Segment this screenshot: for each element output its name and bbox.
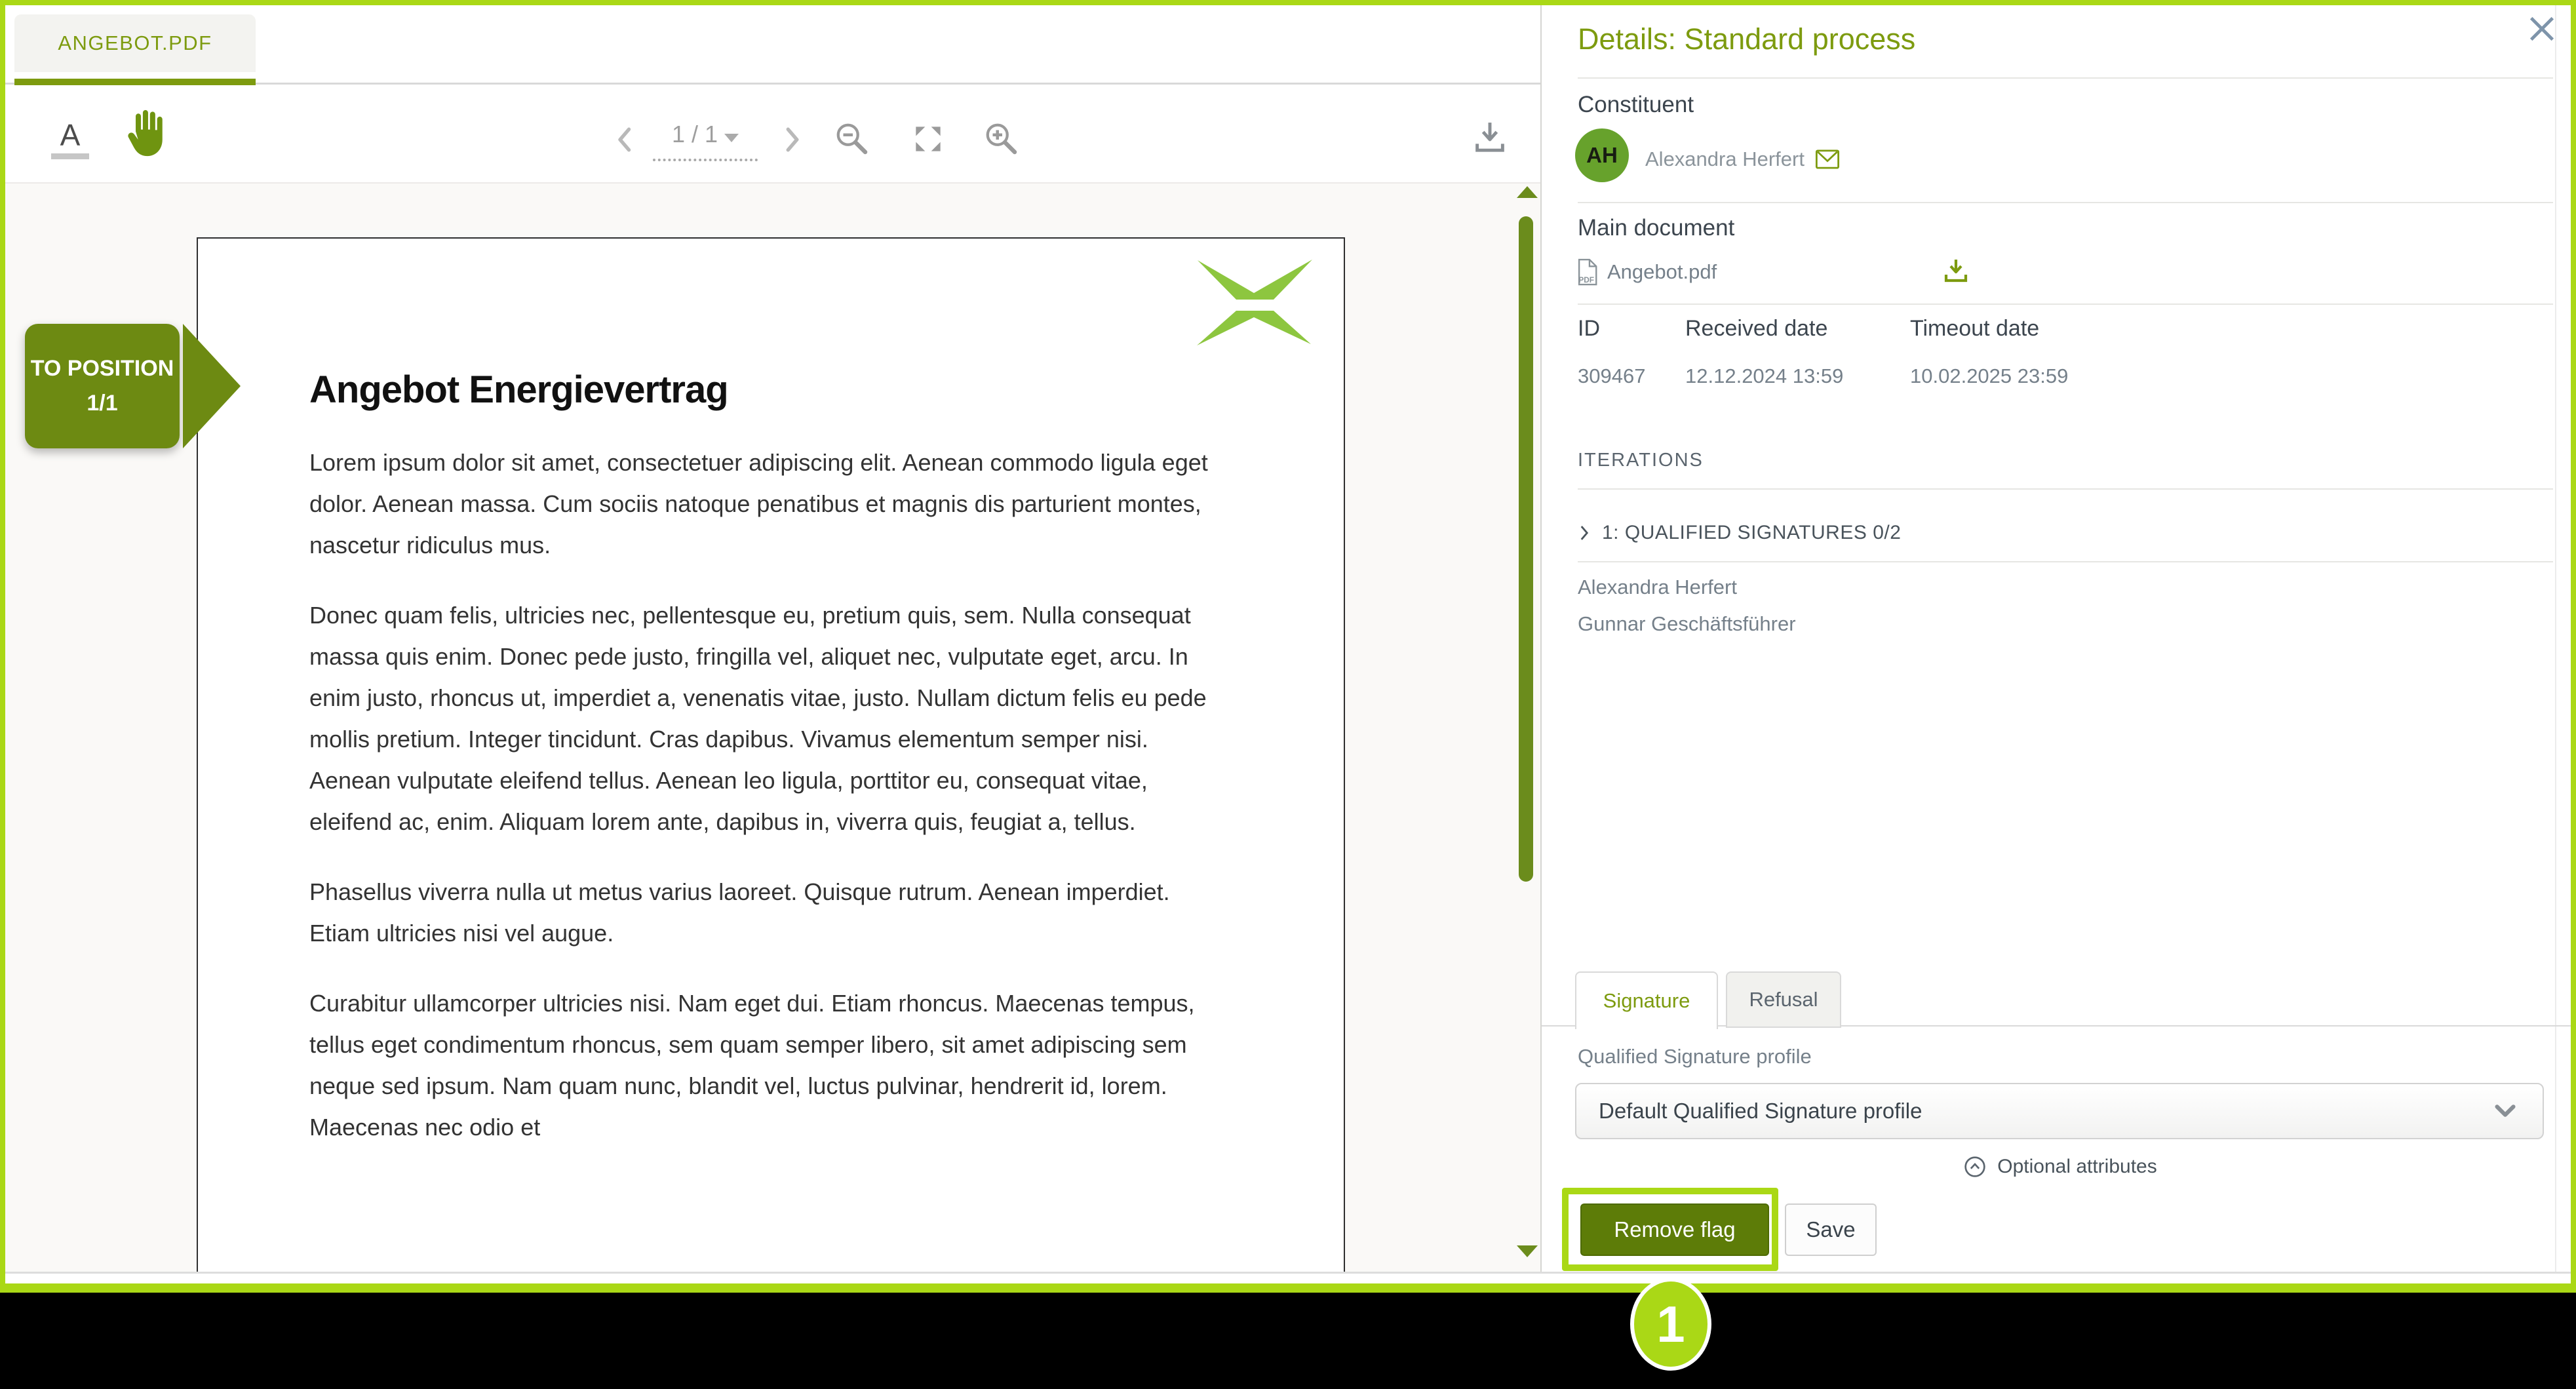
tab-signature-label: Signature [1603, 989, 1690, 1013]
to-position-label: TO POSITION [31, 356, 174, 381]
panel-title: Details: Standard process [1578, 22, 1915, 56]
id-value: 309467 [1578, 364, 1645, 388]
main-document-row[interactable]: PDF Angebot.pdf [1574, 257, 1717, 287]
pdf-paragraph: Phasellus viverra nulla ut metus varius … [309, 871, 1222, 954]
download-document-button[interactable] [1470, 117, 1510, 157]
constituent-heading: Constituent [1578, 92, 1694, 118]
chevron-up-circle-icon [1962, 1154, 1988, 1180]
scrollbar-thumb[interactable] [1519, 216, 1533, 882]
details-panel: Details: Standard process Constituent AH… [1542, 0, 2576, 1272]
annotation-highlight-box [1562, 1188, 1778, 1271]
pdf-document-title: Angebot Energievertrag [309, 367, 1222, 413]
iteration-expander[interactable]: 1: QUALIFIED SIGNATURES 0/2 [1573, 522, 1901, 544]
close-button[interactable] [2524, 10, 2560, 47]
document-tab-label: ANGEBOT.PDF [58, 31, 212, 55]
document-tab[interactable]: ANGEBOT.PDF [14, 14, 256, 72]
active-tab-indicator [14, 79, 256, 85]
tab-signature[interactable]: Signature [1575, 971, 1718, 1029]
viewer-scrollbar[interactable] [1515, 185, 1532, 1266]
panel-scrollbar-track [2555, 0, 2556, 1272]
annotation-step-number: 1 [1656, 1295, 1685, 1354]
chevron-right-icon [775, 122, 810, 157]
pdf-paragraph: Donec quam felis, ultricies nec, pellent… [309, 595, 1222, 842]
hand-tool-button[interactable] [117, 105, 173, 161]
pdf-paragraph: Lorem ipsum dolor sit amet, consectetuer… [309, 442, 1222, 566]
divider [1578, 488, 2553, 490]
pdf-page: Angebot Energievertrag Lorem ipsum dolor… [197, 237, 1345, 1272]
save-label: Save [1806, 1217, 1855, 1242]
annotation-step-badge: 1 [1630, 1278, 1711, 1371]
svg-text:PDF: PDF [1578, 275, 1594, 284]
timeout-date-value: 10.02.2025 23:59 [1910, 364, 2068, 388]
signature-profile-select[interactable]: Default Qualified Signature profile [1575, 1083, 2544, 1139]
page-indicator[interactable]: 1 / 1 [653, 121, 758, 161]
divider [1578, 561, 2553, 562]
download-main-document-button[interactable] [1940, 254, 1972, 286]
divider [1578, 77, 2553, 79]
timeout-date-header: Timeout date [1910, 316, 2039, 342]
fullscreen-icon [910, 121, 946, 157]
save-button[interactable]: Save [1785, 1203, 1877, 1256]
close-icon [2524, 10, 2560, 47]
previous-page-button[interactable] [608, 122, 644, 157]
zoom-out-button[interactable] [832, 119, 872, 159]
signer-name: Alexandra Herfert [1578, 576, 1737, 599]
chevron-down-icon [724, 134, 739, 142]
main-document-heading: Main document [1578, 215, 1734, 241]
pdf-file-icon: PDF [1574, 257, 1599, 287]
pdf-viewer: ANGEBOT.PDF A 1 / 1 [0, 0, 1540, 1272]
zoom-out-icon [832, 119, 872, 159]
next-page-button[interactable] [775, 122, 810, 157]
constituent-name: Alexandra Herfert [1645, 147, 1805, 171]
tab-refusal-label: Refusal [1749, 988, 1818, 1011]
page-indicator-value: 1 / 1 [672, 121, 718, 147]
chevron-left-icon [608, 122, 644, 157]
avatar-initials: AH [1586, 143, 1618, 168]
hand-tool-icon [117, 105, 173, 161]
pdf-paragraph: Curabitur ullamcorper ultricies nisi. Na… [309, 983, 1222, 1148]
zoom-in-button[interactable] [982, 119, 1021, 159]
optional-attributes-toggle[interactable]: Optional attributes [1575, 1154, 2544, 1180]
id-header: ID [1578, 316, 1600, 342]
avatar: AH [1575, 128, 1629, 182]
chevron-right-icon [1573, 522, 1595, 544]
zoom-in-icon [982, 119, 1021, 159]
text-tool-underline [51, 153, 89, 159]
to-position-count: 1/1 [87, 391, 117, 416]
esign-dialog: ANGEBOT.PDF A 1 / 1 [0, 0, 2576, 1293]
to-position-badge[interactable]: TO POSITION 1/1 [25, 324, 180, 448]
received-date-value: 12.12.2024 13:59 [1685, 364, 1843, 388]
signer-name: Gunnar Geschäftsführer [1578, 612, 1796, 636]
tab-refusal[interactable]: Refusal [1726, 971, 1841, 1028]
signature-profile-value: Default Qualified Signature profile [1599, 1099, 1922, 1124]
iteration-label: 1: QUALIFIED SIGNATURES 0/2 [1602, 522, 1901, 544]
profile-field-label: Qualified Signature profile [1578, 1045, 1812, 1068]
fullscreen-button[interactable] [910, 121, 946, 157]
received-date-header: Received date [1685, 316, 1827, 342]
text-tool-button[interactable]: A [47, 117, 93, 163]
optional-attributes-label: Optional attributes [1997, 1156, 2156, 1178]
download-icon [1470, 117, 1510, 157]
email-icon[interactable] [1814, 146, 1841, 173]
scroll-down-icon[interactable] [1517, 1245, 1538, 1257]
scroll-up-icon[interactable] [1517, 186, 1538, 198]
dialog-bottom-strip [0, 1272, 2576, 1285]
main-document-filename: Angebot.pdf [1607, 260, 1717, 284]
company-logo-icon [1195, 256, 1316, 347]
divider [1578, 303, 2553, 305]
chevron-down-icon [2490, 1096, 2520, 1126]
download-icon [1940, 254, 1972, 286]
divider [1578, 202, 2553, 203]
iterations-heading: ITERATIONS [1578, 450, 1704, 471]
text-tool-icon: A [60, 121, 81, 149]
